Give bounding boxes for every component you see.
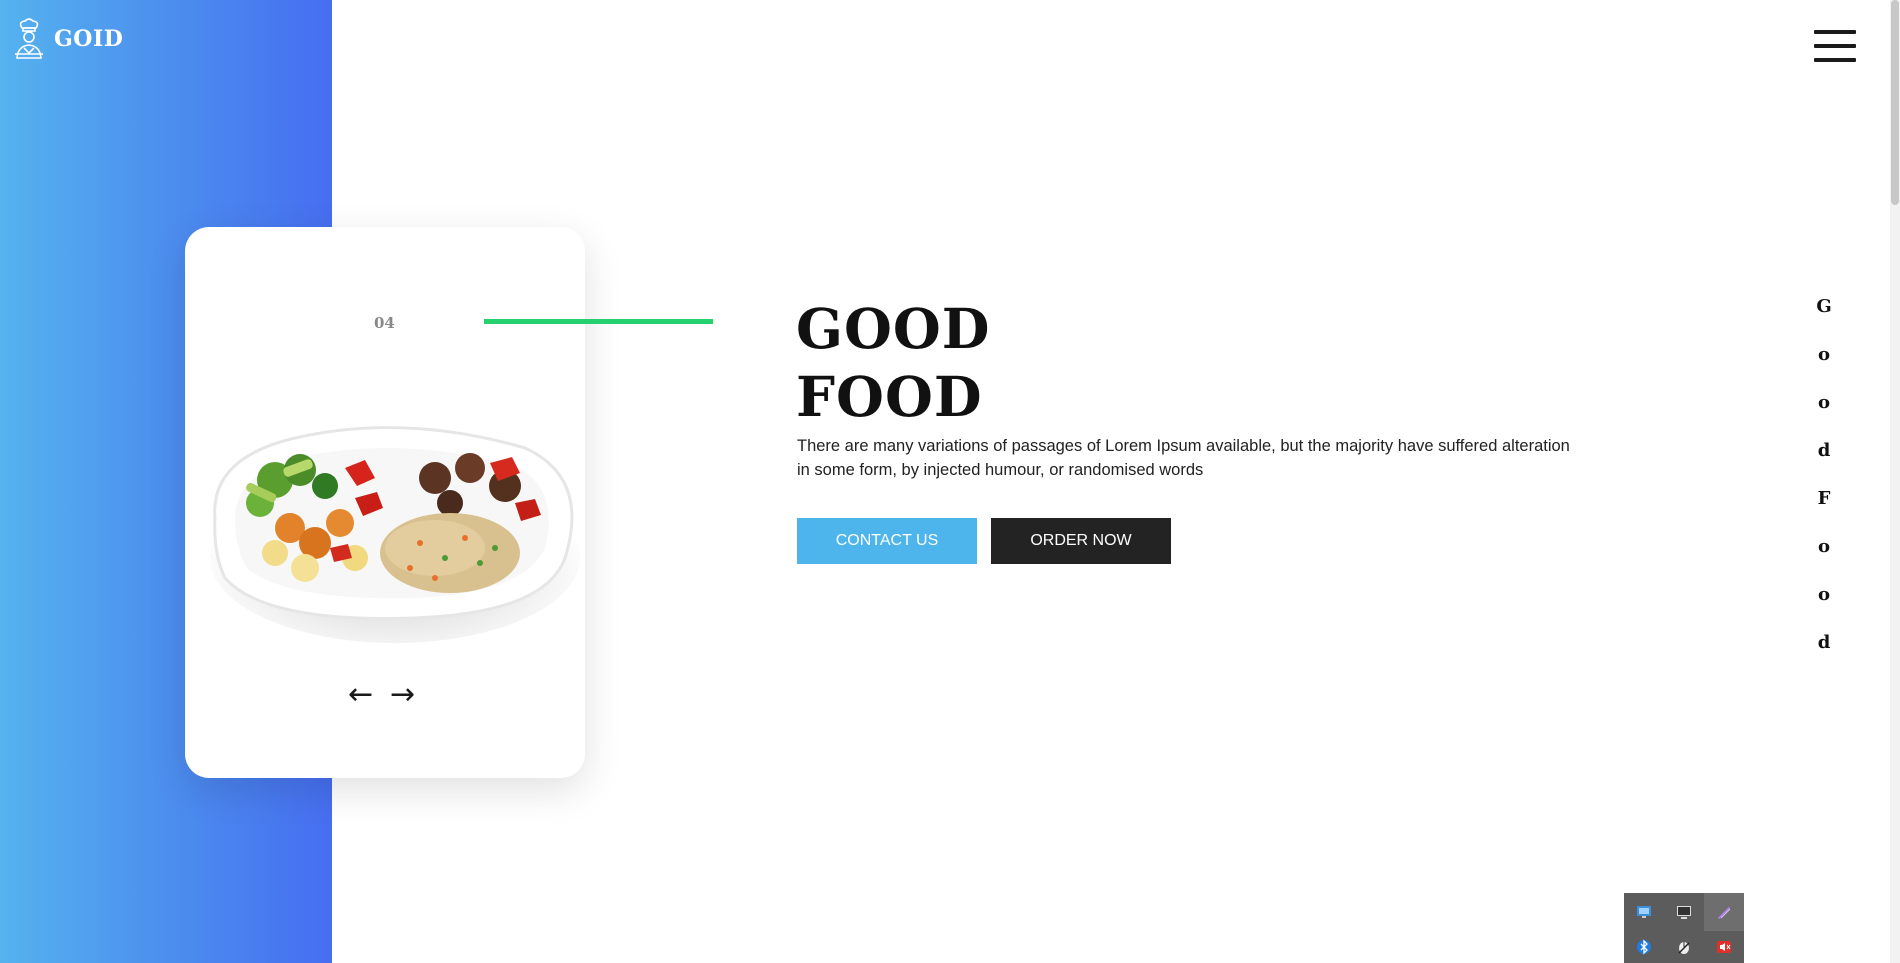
bluetooth-icon[interactable] xyxy=(1624,931,1664,963)
next-arrow-button[interactable]: → xyxy=(390,680,415,710)
vertical-letter: G xyxy=(1816,296,1832,317)
vertical-letter: o xyxy=(1817,584,1830,605)
hero-title: GOOD FOOD xyxy=(796,295,991,431)
display-icon[interactable] xyxy=(1664,893,1704,931)
brand-name: GOID xyxy=(54,26,124,52)
mouse-icon[interactable] xyxy=(1664,931,1704,963)
slide-number: 04 xyxy=(374,314,395,332)
hero-description: There are many variations of passages of… xyxy=(797,437,1570,479)
vertical-letter: F xyxy=(1817,488,1831,509)
hamburger-menu-icon xyxy=(1814,30,1856,34)
hamburger-menu-button[interactable] xyxy=(1814,30,1856,62)
network-icon[interactable] xyxy=(1624,893,1664,931)
hero-title-line1: GOOD xyxy=(796,296,991,361)
scrollbar-thumb[interactable] xyxy=(1891,0,1899,205)
system-tray-popup xyxy=(1624,893,1744,963)
volume-icon[interactable] xyxy=(1704,931,1744,963)
prev-arrow-button[interactable]: ← xyxy=(348,680,373,710)
vertical-letter: o xyxy=(1817,344,1830,365)
vertical-text: G o o d F o o d xyxy=(1812,295,1836,679)
vertical-letter: o xyxy=(1817,536,1830,557)
order-now-button[interactable]: ORDER NOW xyxy=(991,518,1171,564)
pen-icon[interactable] xyxy=(1704,893,1744,931)
vertical-letter: o xyxy=(1817,392,1830,413)
contact-us-button[interactable]: CONTACT US xyxy=(797,518,977,564)
accent-line xyxy=(484,319,713,324)
food-plate-image xyxy=(210,426,580,643)
vertical-letter: d xyxy=(1817,440,1831,461)
hero-title-line2: FOOD xyxy=(796,364,983,429)
vertical-letter: d xyxy=(1817,632,1831,653)
brand-logo[interactable]: GOID xyxy=(12,18,123,60)
chef-logo-icon xyxy=(15,18,43,59)
